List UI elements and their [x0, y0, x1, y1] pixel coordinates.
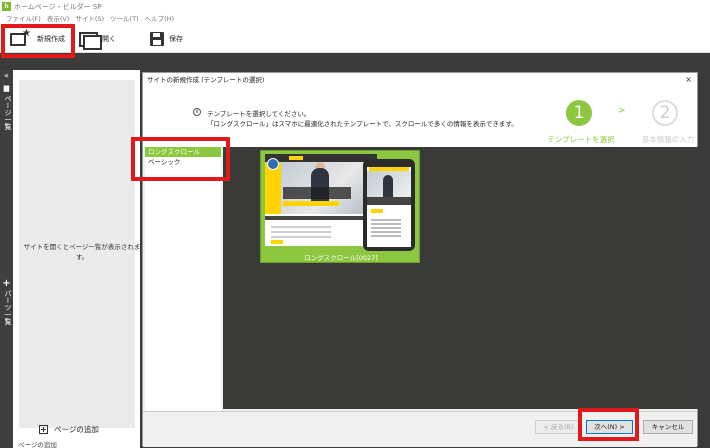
template-card-label: ロングスクロール[0027] [304, 254, 378, 262]
page-panel-bottom-label: ページの追加 [18, 441, 57, 448]
menu-site[interactable]: サイト(S) [75, 13, 104, 23]
close-icon[interactable]: × [685, 73, 692, 87]
window-title: ホームページ・ビルダー SP [14, 2, 102, 11]
instruction-line-2: 「ロングスクロール」はスマホに最適化されたテンプレートで、スクロールで多くの情報… [207, 120, 518, 128]
info-icon: i [193, 108, 201, 116]
menu-help[interactable]: ヘルプ(H) [145, 13, 174, 23]
save-button-label: 保存 [169, 35, 183, 43]
new-document-icon [10, 28, 31, 46]
category-basic[interactable]: ベーシック [145, 157, 221, 167]
category-long-scroll[interactable]: ロングスクロール [145, 147, 221, 157]
page-panel: サイトを開くとページ一覧が表示されます。 ページの追加 ページの追加 [14, 70, 140, 448]
template-preview-area: ロングスクロール[0027] [223, 147, 698, 409]
save-button[interactable]: 保存 [150, 28, 183, 50]
page-list-tab[interactable]: ページ一覧 [3, 95, 13, 130]
page-list-icon[interactable]: ▆ [0, 84, 13, 93]
dialog-header: i テンプレートを選択してください。 「ロングスクロール」はスマホに最適化された… [143, 87, 697, 147]
step-arrow-icon: > [618, 106, 626, 116]
new-site-dialog: サイトの新規作成 (テンプレートの選択) × i テンプレートを選択してください… [142, 72, 698, 447]
parts-plus-icon[interactable]: + [0, 278, 13, 289]
add-page-icon [39, 425, 48, 434]
parts-list-tab[interactable]: パーツ一覧 [3, 290, 13, 325]
back-button[interactable]: < 戻る(B) [535, 420, 582, 434]
ribbon-band [0, 53, 710, 70]
save-icon [150, 32, 164, 46]
step-2-indicator: 2 [652, 100, 678, 126]
dialog-body: ロングスクロール ベーシック ロングスクロール[0027] [143, 147, 698, 411]
template-card[interactable]: ロングスクロール[0027] [260, 150, 420, 263]
template-phone-thumbnail [363, 159, 415, 251]
toolbar: 新規作成 開く 保存 [0, 24, 710, 53]
menu-tools[interactable]: ツール(T) [110, 13, 139, 23]
dialog-footer: < 戻る(B) 次へ(N) > キャンセル [143, 411, 697, 447]
new-button-label: 新規作成 [37, 35, 65, 43]
step-2-label: 基本情報の入力 [641, 135, 695, 144]
page-panel-message: サイトを開くとページ一覧が表示されます。 [23, 243, 141, 261]
template-category-list: ロングスクロール ベーシック [145, 147, 221, 411]
app-icon: h [2, 2, 11, 11]
new-button[interactable]: 新規作成 [10, 28, 65, 50]
cancel-button[interactable]: キャンセル [643, 420, 693, 434]
collapse-icon[interactable]: « [0, 71, 13, 81]
open-icon [79, 32, 102, 50]
menu-bar: ファイル(F) 表示(V) サイト(S) ツール(T) ヘルプ(H) [0, 12, 710, 23]
template-badge-icon [267, 158, 279, 170]
menu-view[interactable]: 表示(V) [47, 13, 70, 23]
template-desktop-thumbnail [265, 154, 377, 246]
next-button[interactable]: 次へ(N) > [586, 420, 633, 434]
instruction-line-1: テンプレートを選択してください。 [207, 110, 311, 118]
menu-file[interactable]: ファイル(F) [6, 13, 41, 23]
open-button-label: 開く [102, 35, 116, 43]
open-button[interactable]: 開く [79, 28, 116, 50]
step-1-indicator: 1 [566, 100, 592, 126]
dialog-title: サイトの新規作成 (テンプレートの選択) [143, 73, 697, 87]
step-1-label: テンプレートを選択 [547, 135, 615, 144]
add-page-button[interactable]: ページの追加 [39, 424, 99, 435]
add-page-label: ページの追加 [54, 425, 99, 434]
left-strip: « ▆ ページ一覧 + パーツ一覧 [0, 70, 13, 448]
